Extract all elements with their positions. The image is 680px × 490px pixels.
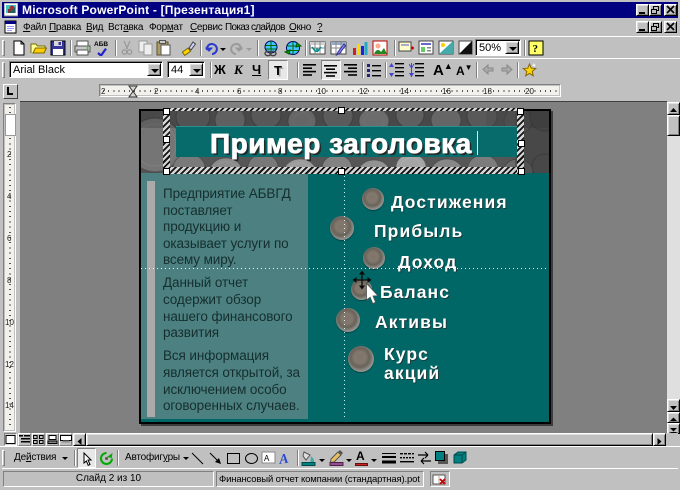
svg-text:АБВ: АБВ: [94, 41, 108, 48]
svg-text:А: А: [264, 454, 270, 463]
svg-text:А: А: [278, 452, 290, 466]
svg-text:?: ?: [533, 43, 539, 55]
